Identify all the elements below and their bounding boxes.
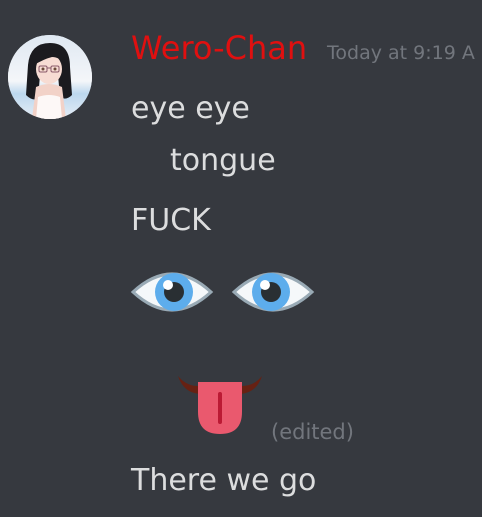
author-name[interactable]: Wero-Chan — [131, 29, 307, 67]
edited-label: (edited) — [271, 420, 354, 444]
message-line: tongue — [170, 143, 276, 178]
message-line: eye eye — [131, 91, 250, 126]
chat-message: Wero-Chan Today at 9:19 A eye eye tongue… — [0, 0, 482, 517]
eye-emoji[interactable] — [130, 264, 214, 324]
message-timestamp: Today at 9:19 A — [327, 42, 475, 64]
message-line: FUCK — [131, 203, 211, 238]
tongue-emoji[interactable] — [176, 372, 264, 442]
eye-emoji[interactable] — [231, 264, 315, 324]
message-line: There we go — [131, 463, 317, 498]
user-avatar[interactable] — [8, 35, 92, 119]
